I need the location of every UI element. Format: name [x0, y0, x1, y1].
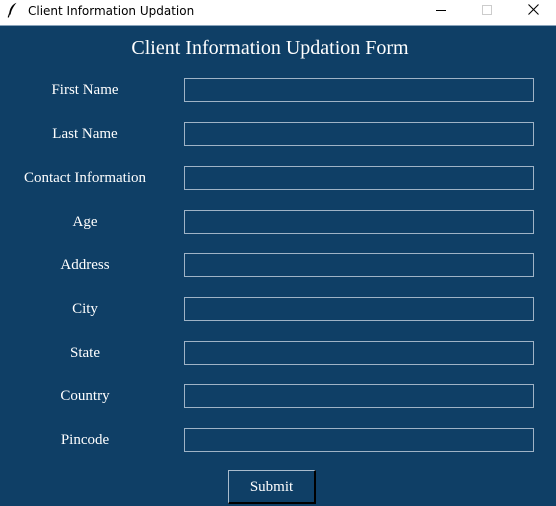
form-panel: Client Information Updation Form First N… — [0, 25, 556, 506]
state-label: State — [70, 345, 100, 361]
age-label: Age — [72, 214, 98, 230]
country-input[interactable] — [184, 384, 534, 408]
pincode-label: Pincode — [60, 432, 110, 448]
pincode-input[interactable] — [184, 428, 534, 452]
address-input[interactable] — [184, 253, 534, 277]
last-name-input[interactable] — [184, 122, 534, 146]
submit-button[interactable]: Submit — [228, 470, 316, 504]
state-input[interactable] — [184, 341, 534, 365]
feather-icon — [6, 2, 20, 18]
maximize-button[interactable] — [464, 0, 510, 22]
form-title: Client Information Updation Form — [131, 37, 409, 59]
title-bar: Client Information Updation — [0, 0, 556, 22]
first-name-label: First Name — [51, 82, 119, 98]
close-icon — [527, 4, 539, 18]
close-button[interactable] — [510, 0, 556, 22]
city-label: City — [72, 301, 98, 317]
contact-information-input[interactable] — [184, 166, 534, 190]
minimize-button[interactable] — [418, 0, 464, 22]
contact-information-label: Contact Information — [23, 170, 147, 186]
city-input[interactable] — [184, 297, 534, 321]
age-input[interactable] — [184, 210, 534, 234]
address-label: Address — [60, 257, 110, 273]
last-name-label: Last Name — [52, 126, 118, 142]
window-title: Client Information Updation — [28, 4, 195, 18]
minimize-icon — [436, 4, 446, 18]
first-name-input[interactable] — [184, 78, 534, 102]
country-label: Country — [60, 388, 110, 404]
app-window: Client Information Updation Client Infor… — [0, 0, 556, 506]
maximize-icon — [482, 4, 492, 18]
